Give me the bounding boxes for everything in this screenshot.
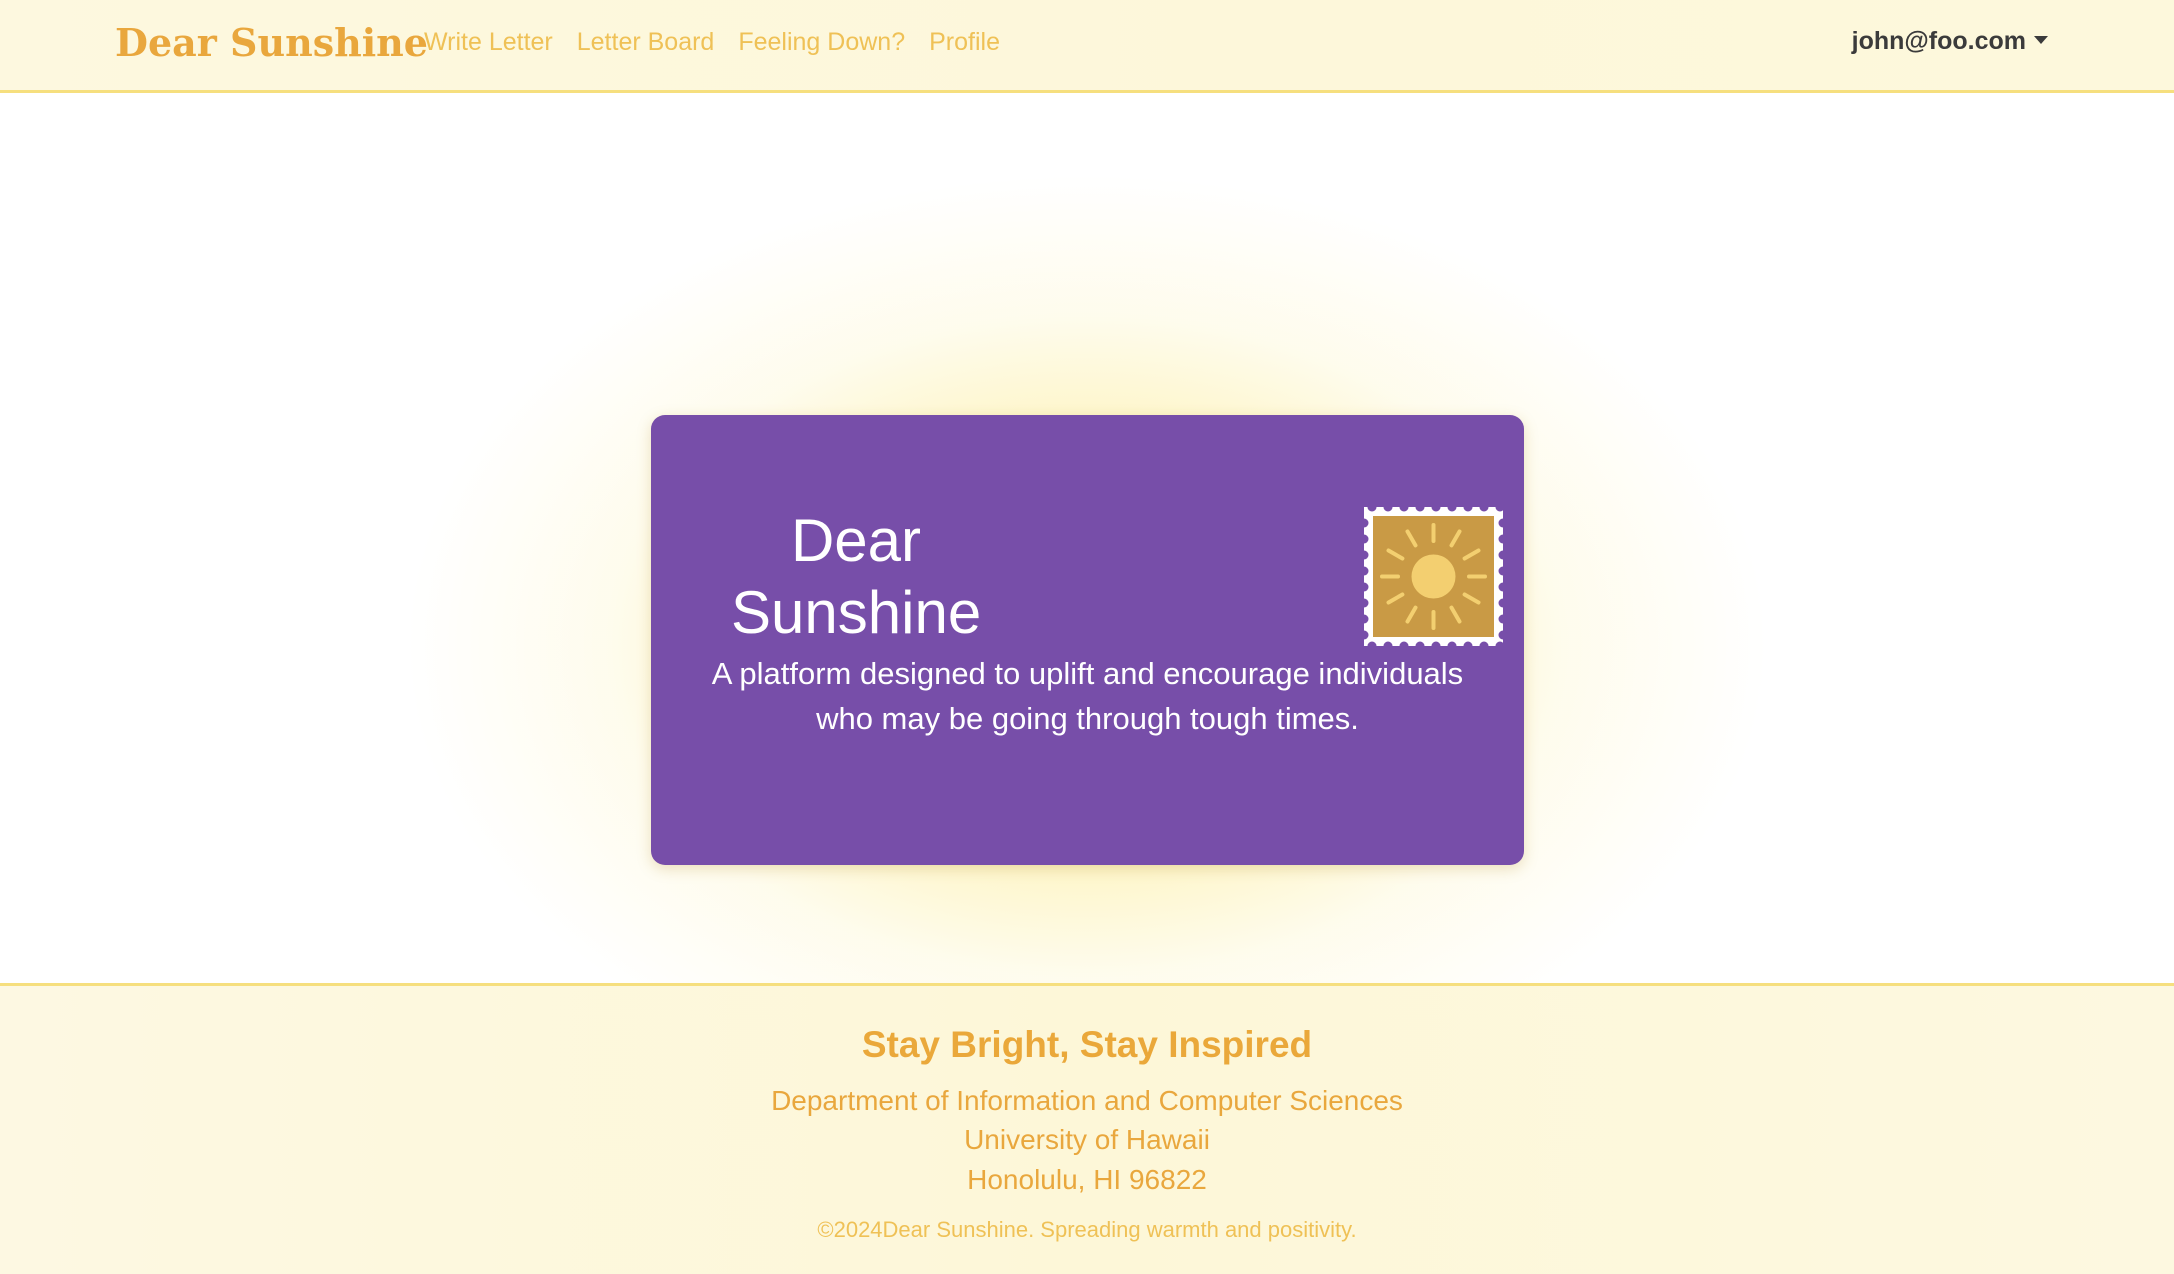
hero-title-line1: Dear <box>790 507 922 574</box>
nav-link-letter-board[interactable]: Letter Board <box>577 28 715 57</box>
hero-card: Dear Sunshine A platform designed to upl… <box>651 415 1524 865</box>
user-dropdown[interactable]: john@foo.com <box>1852 27 2048 56</box>
hero-description-line2: who may be going through tough times. <box>816 701 1359 736</box>
footer-title: Stay Bright, Stay Inspired <box>861 1024 1313 1065</box>
sun-stamp-icon <box>1360 503 1507 650</box>
hero-title-line2: Sunshine <box>731 579 982 646</box>
hero-title: Dear Sunshine <box>731 505 981 649</box>
user-email: john@foo.com <box>1851 27 2026 55</box>
footer: Stay Bright, Stay Inspired Department of… <box>0 983 2174 1274</box>
hero-description-line1: A platform designed to uplift and encour… <box>711 656 1464 691</box>
nav-link-feeling-down[interactable]: Feeling Down? <box>738 28 905 57</box>
brand-logo[interactable]: Dear Sunshine <box>115 20 428 65</box>
footer-department: Department of Information and Computer S… <box>771 1085 1403 1116</box>
footer-location: Honolulu, HI 96822 <box>967 1164 1207 1195</box>
footer-university: University of Hawaii <box>964 1124 1210 1155</box>
caret-down-icon <box>2034 35 2048 44</box>
hero-description: A platform designed to uplift and encour… <box>651 651 1524 741</box>
nav-link-write-letter[interactable]: Write Letter <box>424 28 553 57</box>
navbar: Dear Sunshine Write Letter Letter Board … <box>0 0 2174 93</box>
nav-link-profile[interactable]: Profile <box>929 28 1000 57</box>
main-content: Dear Sunshine A platform designed to upl… <box>0 93 2174 983</box>
nav-links: Write Letter Letter Board Feeling Down? … <box>424 28 1024 57</box>
footer-copyright: ©2024Dear Sunshine. Spreading warmth and… <box>817 1217 1357 1242</box>
